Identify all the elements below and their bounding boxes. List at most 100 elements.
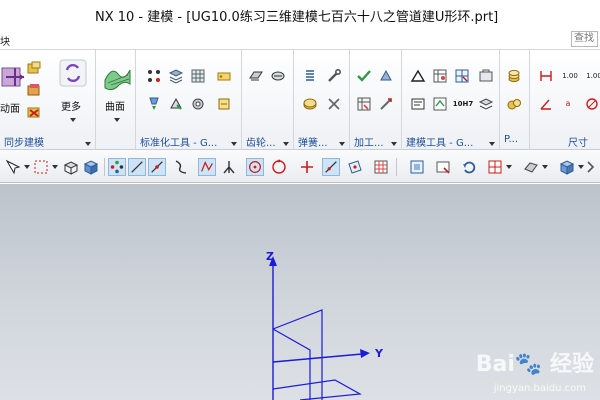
diameter-dimension-icon[interactable] (584, 96, 600, 112)
menu-strip: 块 查找 (0, 28, 600, 50)
surface-label[interactable]: 曲面 (105, 98, 125, 113)
group-label-p: P... (504, 134, 519, 145)
machining-tool-icon[interactable] (378, 96, 394, 112)
group-gear-expand-icon[interactable] (283, 142, 289, 146)
group-spring-expand-icon[interactable] (339, 142, 345, 146)
rotate-view-icon[interactable] (460, 158, 478, 176)
display-cube-icon[interactable] (558, 158, 576, 176)
gear-cylinder-icon[interactable] (248, 68, 264, 84)
triangle-outline-icon[interactable] (410, 68, 426, 84)
group-label-surface (96, 134, 135, 148)
surface-icon[interactable] (102, 60, 132, 90)
group-sync-modeling: 动面 更多 同步建模 (0, 50, 96, 150)
datum-plane-xz (272, 328, 311, 400)
zoom-window-icon[interactable] (434, 158, 452, 176)
delete-face-icon[interactable] (26, 104, 42, 120)
group-spring: 弹簧... (294, 50, 350, 150)
dimension-value-b[interactable]: 1.00 (584, 68, 600, 84)
command-finder-input[interactable]: 查找 (571, 31, 598, 47)
gear-wheel-icon[interactable] (190, 96, 206, 112)
snap-midpoint-icon[interactable] (148, 158, 166, 176)
snap-point-on-face-icon[interactable] (346, 158, 364, 176)
fit-view-icon[interactable] (408, 158, 426, 176)
snap-control-point-icon[interactable] (198, 158, 216, 176)
coins-stack-icon[interactable] (506, 68, 522, 84)
selection-filter-dropdown[interactable] (24, 165, 30, 169)
surface-dropdown-arrow[interactable] (114, 118, 120, 122)
group-machining-expand-icon[interactable] (391, 142, 397, 146)
detail-view-icon[interactable] (432, 96, 448, 112)
snap-existing-point-icon[interactable] (298, 158, 316, 176)
orient-view-icon[interactable] (486, 158, 504, 176)
group-surface: 曲面 (96, 50, 136, 150)
offset-region-icon[interactable] (26, 82, 42, 98)
selection-filter-icon[interactable] (4, 158, 22, 176)
overflow-icon[interactable] (584, 158, 600, 176)
graphics-viewport[interactable]: Z Y Bai🐾 经验 jingyan.baidu.com (0, 184, 600, 400)
render-style-icon[interactable] (522, 158, 540, 176)
snap-intersection-icon[interactable] (220, 158, 238, 176)
snap-points-icon[interactable] (108, 158, 126, 176)
snap-point-on-curve-icon[interactable] (322, 158, 340, 176)
point-set-icon[interactable] (146, 68, 162, 84)
selection-toolbar (0, 150, 600, 183)
group-label-dimension: 尺寸 (568, 138, 588, 148)
machining-table-icon[interactable] (356, 96, 372, 112)
rectangle-select-dropdown[interactable] (52, 165, 58, 169)
flip-tool-icon[interactable] (168, 96, 184, 112)
more-dropdown-arrow[interactable] (70, 118, 76, 122)
check-mark-icon[interactable] (356, 68, 372, 84)
stamp-tool-icon[interactable] (216, 96, 232, 112)
group-label-standard-tools: 标准化工具 - G... (140, 138, 218, 148)
ribbon: 动面 更多 同步建模 曲面 标准化工具 - G... 齿轮... 弹簧... 加… (0, 50, 600, 150)
toolbar-separator (396, 158, 397, 176)
rectangle-select-icon[interactable] (32, 158, 50, 176)
group-machining: 加工... (350, 50, 402, 150)
shaded-cube-icon[interactable] (82, 158, 100, 176)
group-sync-expand-icon[interactable] (85, 142, 91, 146)
radial-label-a[interactable]: a (560, 96, 576, 112)
paint-drop-icon[interactable] (146, 96, 162, 112)
fit-tolerance-text[interactable]: 10H7 (452, 96, 474, 112)
group-modeling-expand-icon[interactable] (489, 142, 495, 146)
snap-grid-icon[interactable] (372, 158, 390, 176)
machining-shape-icon[interactable] (378, 68, 394, 84)
y-axis-label: Y (375, 347, 383, 360)
group-gear: 齿轮... (242, 50, 294, 150)
spring-delete-icon[interactable] (326, 96, 342, 112)
more-label[interactable]: 更多 (61, 98, 81, 113)
measure-grid-icon[interactable] (454, 68, 470, 84)
snap-endpoint-icon[interactable] (128, 158, 146, 176)
snap-quadrant-icon[interactable] (270, 158, 288, 176)
snap-arc-center-icon[interactable] (246, 158, 264, 176)
group-standard-expand-icon[interactable] (231, 142, 237, 146)
layer-settings-icon[interactable] (478, 96, 494, 112)
group-p: P... (500, 50, 530, 150)
tool-box-icon[interactable] (478, 68, 494, 84)
sketch-table-icon[interactable] (432, 68, 448, 84)
coins-pile-icon[interactable] (506, 96, 522, 112)
menu-left-label[interactable]: 块 (0, 33, 10, 48)
view-box-icon[interactable] (62, 158, 80, 176)
toolbar-separator (104, 158, 105, 176)
ticket-tool-icon[interactable] (216, 68, 232, 84)
snap-curve-icon[interactable] (172, 158, 190, 176)
group-dimension: 1.00 1.00 a 尺寸 (530, 50, 600, 150)
spring-cylinder-icon[interactable] (302, 68, 318, 84)
render-style-dropdown[interactable] (542, 165, 548, 169)
dimension-rapid-icon[interactable] (538, 68, 554, 84)
orient-view-dropdown[interactable] (506, 165, 512, 169)
pull-face-icon[interactable] (26, 60, 42, 76)
table-grid-icon[interactable] (190, 68, 206, 84)
text-block-icon[interactable] (410, 96, 426, 112)
spring-wrench-icon[interactable] (326, 68, 342, 84)
more-sync-icon[interactable] (58, 58, 88, 88)
stack-layers-icon[interactable] (168, 68, 184, 84)
dimension-value-a[interactable]: 1.00 (560, 68, 580, 84)
baidu-watermark-url: jingyan.baidu.com (493, 383, 586, 394)
spring-disc-icon[interactable] (302, 96, 318, 112)
datum-plane-xy (272, 379, 362, 400)
angular-dimension-icon[interactable] (538, 96, 554, 112)
title-bar: NX 10 - 建模 - [UG10.0练习三维建模七百六十八之管道建U形环.p… (0, 0, 600, 28)
gear-bevel-icon[interactable] (270, 68, 286, 84)
